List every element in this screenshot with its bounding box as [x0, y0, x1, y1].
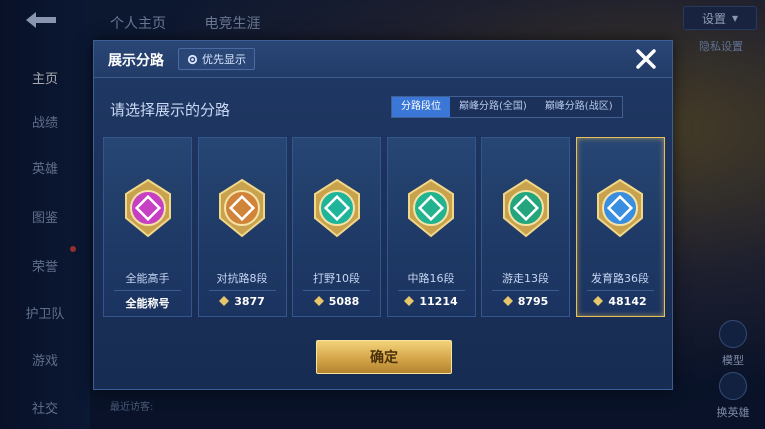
divider — [208, 290, 276, 291]
lane-score-value: 3877 — [234, 295, 265, 308]
lane-emblem-icon — [124, 178, 171, 238]
lane-emblem-icon — [219, 178, 265, 238]
lane-display-dialog: 展示分路 优先显示 请选择展示的分路 分路段位 巅峰分路(全国) 巅峰分路(战区… — [93, 40, 673, 390]
dialog-header: 展示分路 优先显示 — [94, 41, 672, 78]
lane-name: 全能高手 — [125, 272, 170, 285]
card-clash-lane[interactable]: 对抗路8段 3877 — [197, 137, 287, 317]
diamond-icon — [502, 296, 513, 306]
lane-score-value: 8795 — [517, 295, 549, 308]
diamond-icon — [593, 296, 604, 306]
lane-score-value: 全能称号 — [125, 297, 170, 310]
segment-tabs: 分路段位 巅峰分路(全国) 巅峰分路(战区) — [391, 96, 623, 118]
lane-score: 全能称号 — [104, 295, 191, 311]
lane-emblem-icon — [313, 178, 360, 238]
divider — [397, 290, 465, 291]
tab-peak-lane-national[interactable]: 巅峰分路(全国) — [450, 97, 536, 117]
divider — [114, 290, 181, 291]
gear-icon — [187, 54, 198, 64]
lane-emblem-icon — [597, 178, 643, 238]
lane-score: 48142 — [577, 295, 664, 308]
lane-cards: 全能高手 全能称号 对抗路8段 3877 打野10段 5088 中路16段 11214 游走13… — [103, 137, 665, 317]
lane-name: 对抗路8段 — [216, 272, 268, 285]
diamond-icon — [313, 296, 324, 306]
close-icon[interactable] — [634, 47, 658, 71]
tab-peak-lane-region[interactable]: 巅峰分路(战区) — [535, 97, 622, 117]
diamond-icon — [219, 296, 230, 306]
lane-emblem-icon — [408, 178, 454, 238]
lane-score: 3877 — [199, 295, 286, 308]
lane-name: 打野10段 — [313, 272, 360, 285]
tab-lane-rank[interactable]: 分路段位 — [392, 97, 450, 117]
card-farm-lane[interactable]: 发育路36段 48142 — [575, 137, 665, 317]
priority-display-button[interactable]: 优先显示 — [178, 48, 255, 70]
lane-score: 5088 — [293, 295, 380, 308]
lane-name: 发育路36段 — [591, 272, 649, 285]
priority-display-label: 优先显示 — [202, 53, 246, 66]
lane-score-value: 48142 — [608, 295, 647, 308]
lane-score-value: 11214 — [419, 295, 458, 308]
lane-name: 游走13段 — [502, 272, 549, 285]
lane-name: 中路16段 — [407, 272, 455, 285]
card-all-rounder[interactable]: 全能高手 全能称号 — [103, 137, 192, 317]
lane-score-value: 5088 — [328, 295, 360, 308]
card-roam[interactable]: 游走13段 8795 — [481, 137, 570, 317]
card-jungle[interactable]: 打野10段 5088 — [292, 137, 381, 317]
confirm-button[interactable]: 确定 — [316, 340, 452, 374]
lane-score: 11214 — [388, 295, 475, 308]
dialog-title: 展示分路 — [108, 53, 164, 69]
card-mid-lane[interactable]: 中路16段 11214 — [386, 137, 476, 317]
lane-score: 8795 — [482, 295, 569, 308]
diamond-icon — [404, 296, 415, 306]
dialog-subtitle: 请选择展示的分路 — [110, 101, 231, 119]
lane-emblem-icon — [502, 178, 549, 238]
divider — [492, 290, 559, 291]
divider — [303, 290, 370, 291]
divider — [586, 290, 654, 291]
